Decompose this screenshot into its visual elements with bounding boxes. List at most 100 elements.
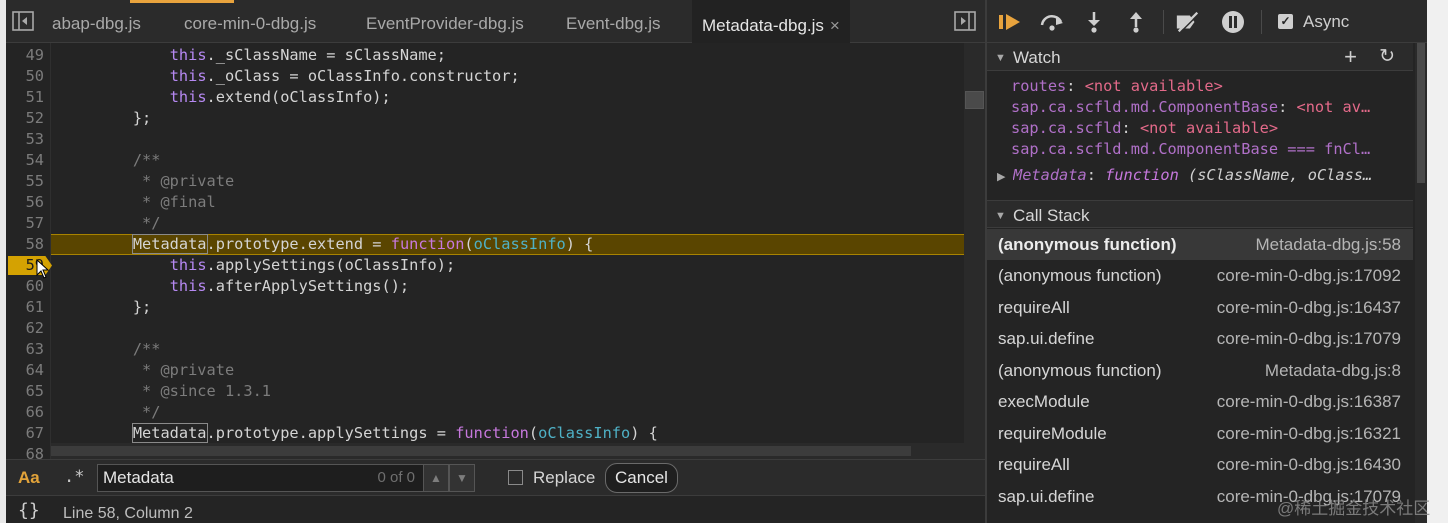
regex-toggle[interactable]: .* (64, 467, 84, 487)
watch-section-header[interactable]: ▼ Watch + ↻ (987, 43, 1413, 71)
toggle-debugger-icon[interactable] (954, 10, 976, 32)
call-frame[interactable]: sap.ui.define core-min-0-dbg.js:17079 (987, 323, 1413, 354)
line-number: 64 (25, 361, 44, 379)
line-number: 68 (25, 445, 44, 459)
call-frame[interactable]: execModule core-min-0-dbg.js:16387 (987, 386, 1413, 417)
code-line: 60 this.afterApplySettings(); (6, 276, 985, 297)
line-number: 66 (25, 403, 44, 421)
call-stack-section-header[interactable]: ▼ Call Stack (987, 200, 1413, 228)
line-number: 63 (25, 340, 44, 358)
call-frame[interactable]: (anonymous function) core-min-0-dbg.js:17… (987, 260, 1413, 291)
vertical-scrollbar[interactable] (964, 43, 985, 459)
replace-checkbox[interactable] (508, 470, 523, 485)
watch-expression[interactable]: Metadata: function (sClassName, oClass… (1013, 165, 1413, 186)
code-line: 49 this._sClassName = sClassName; (6, 45, 985, 66)
line-number: 52 (25, 109, 44, 127)
watch-expression[interactable]: sap.ca.scfld: <not available> (1011, 118, 1411, 139)
pretty-print-icon[interactable]: {} (18, 500, 40, 521)
tab-eventprovider-dbg[interactable]: EventProvider-dbg.js (366, 0, 524, 43)
tab-core-min-0-dbg[interactable]: core-min-0-dbg.js (184, 0, 316, 43)
tab-label: abap-dbg.js (52, 14, 141, 33)
right-window-edge (1427, 0, 1448, 523)
call-frame[interactable]: (anonymous function) Metadata-dbg.js:8 (987, 355, 1413, 386)
line-number: 60 (25, 277, 44, 295)
resume-button[interactable] (997, 10, 1023, 34)
step-out-button[interactable] (1123, 10, 1149, 34)
line-number: 50 (25, 67, 44, 85)
line-number: 53 (25, 130, 44, 148)
async-checkbox[interactable]: ✓ (1278, 14, 1293, 29)
line-number: 49 (25, 46, 44, 64)
cancel-search-button[interactable]: Cancel (605, 463, 678, 493)
code-line: 53 (6, 129, 985, 150)
call-frame[interactable]: requireAll core-min-0-dbg.js:16437 (987, 292, 1413, 323)
debugger-sidebar: ✓ Async ▼ Watch + ↻ routes: <not availab… (987, 0, 1448, 523)
code-line: 64 * @private (6, 360, 985, 381)
horizontal-scrollbar-thumb[interactable] (51, 446, 911, 456)
tab-label: Event-dbg.js (566, 14, 661, 33)
code-line: 66 */ (6, 402, 985, 423)
replace-label: Replace (533, 468, 596, 487)
debugger-toolbar: ✓ Async (987, 0, 1448, 43)
code-line: 59 this.applySettings(oClassInfo); (6, 255, 985, 276)
sidebar-scrollbar-thumb[interactable] (1417, 43, 1425, 183)
chevron-down-icon: ▼ (456, 471, 468, 485)
code-editor[interactable]: 49 this._sClassName = sClassName; 50 thi… (6, 43, 985, 459)
async-label: Async (1303, 12, 1350, 31)
status-bar: {} Line 58, Column 2 (6, 495, 985, 523)
watch-expression[interactable]: sap.ca.scfld.md.ComponentBase === fnCl… (1011, 139, 1411, 160)
search-match: Metadata (131, 423, 208, 443)
next-match-button[interactable]: ▼ (449, 464, 475, 492)
toggle-navigator-icon[interactable] (12, 10, 34, 32)
step-into-icon (1088, 12, 1100, 33)
horizontal-scrollbar[interactable] (51, 443, 964, 459)
cursor-position: Line 58, Column 2 (63, 505, 193, 522)
line-number: 61 (25, 298, 44, 316)
deactivate-breakpoints-button[interactable] (1175, 10, 1201, 34)
previous-match-button[interactable]: ▲ (423, 464, 449, 492)
refresh-icon[interactable]: ↻ (1379, 45, 1395, 68)
step-over-button[interactable] (1039, 10, 1065, 34)
watch-expression[interactable]: routes: <not available> (1011, 76, 1411, 97)
watermark: @稀土掘金技术社区 (1277, 499, 1431, 518)
code-line: 61 }; (6, 297, 985, 318)
sidebar-scrollbar[interactable] (1415, 43, 1427, 523)
watch-expression[interactable]: sap.ca.scfld.md.ComponentBase: <not av… (1011, 97, 1411, 118)
step-out-icon (1130, 12, 1142, 33)
tab-label: Metadata-dbg.js (702, 16, 824, 35)
pause-on-exceptions-icon (1222, 11, 1244, 33)
code-line: 52 }; (6, 108, 985, 129)
search-input[interactable]: Metadata 0 of 0 (97, 464, 424, 492)
step-into-button[interactable] (1081, 10, 1107, 34)
expand-arrow-icon[interactable]: ▶ (997, 170, 1005, 183)
tab-label: EventProvider-dbg.js (366, 14, 524, 33)
line-number: 57 (25, 214, 44, 232)
tab-abap-dbg[interactable]: abap-dbg.js (52, 0, 141, 43)
toolbar-separator (1163, 10, 1164, 34)
tab-label: core-min-0-dbg.js (184, 14, 317, 33)
call-frame[interactable]: requireModule core-min-0-dbg.js:16321 (987, 418, 1413, 449)
code-line: 55 * @private (6, 171, 985, 192)
code-line: 54 /** (6, 150, 985, 171)
code-line: 57 */ (6, 213, 985, 234)
line-number: 62 (25, 319, 44, 337)
match-count: 0 of 0 (377, 469, 415, 486)
code-line: 63 /** (6, 339, 985, 360)
close-tab-icon[interactable]: × (830, 16, 840, 35)
tab-event-dbg[interactable]: Event-dbg.js (566, 0, 661, 43)
call-frame[interactable]: requireAll core-min-0-dbg.js:16430 (987, 449, 1413, 480)
search-bar: Aa .* Metadata 0 of 0 ▲ ▼ Replace Cancel (6, 459, 985, 495)
match-case-toggle[interactable]: Aa (18, 468, 40, 488)
call-frame[interactable]: (anonymous function) Metadata-dbg.js:58 (987, 229, 1413, 260)
code-line: 65 * @since 1.3.1 (6, 381, 985, 402)
chevron-up-icon: ▲ (430, 471, 442, 485)
resume-icon (999, 14, 1020, 30)
tab-metadata-dbg[interactable]: Metadata-dbg.js × (692, 0, 850, 43)
editor-pane: abap-dbg.js core-min-0-dbg.js EventProvi… (6, 0, 985, 523)
tab-accent-bar (130, 0, 234, 3)
line-number: 65 (25, 382, 44, 400)
vertical-scrollbar-thumb[interactable] (965, 91, 984, 109)
add-expression-icon[interactable]: + (1344, 44, 1357, 70)
pause-on-exceptions-button[interactable] (1220, 10, 1246, 34)
search-query: Metadata (103, 468, 174, 487)
